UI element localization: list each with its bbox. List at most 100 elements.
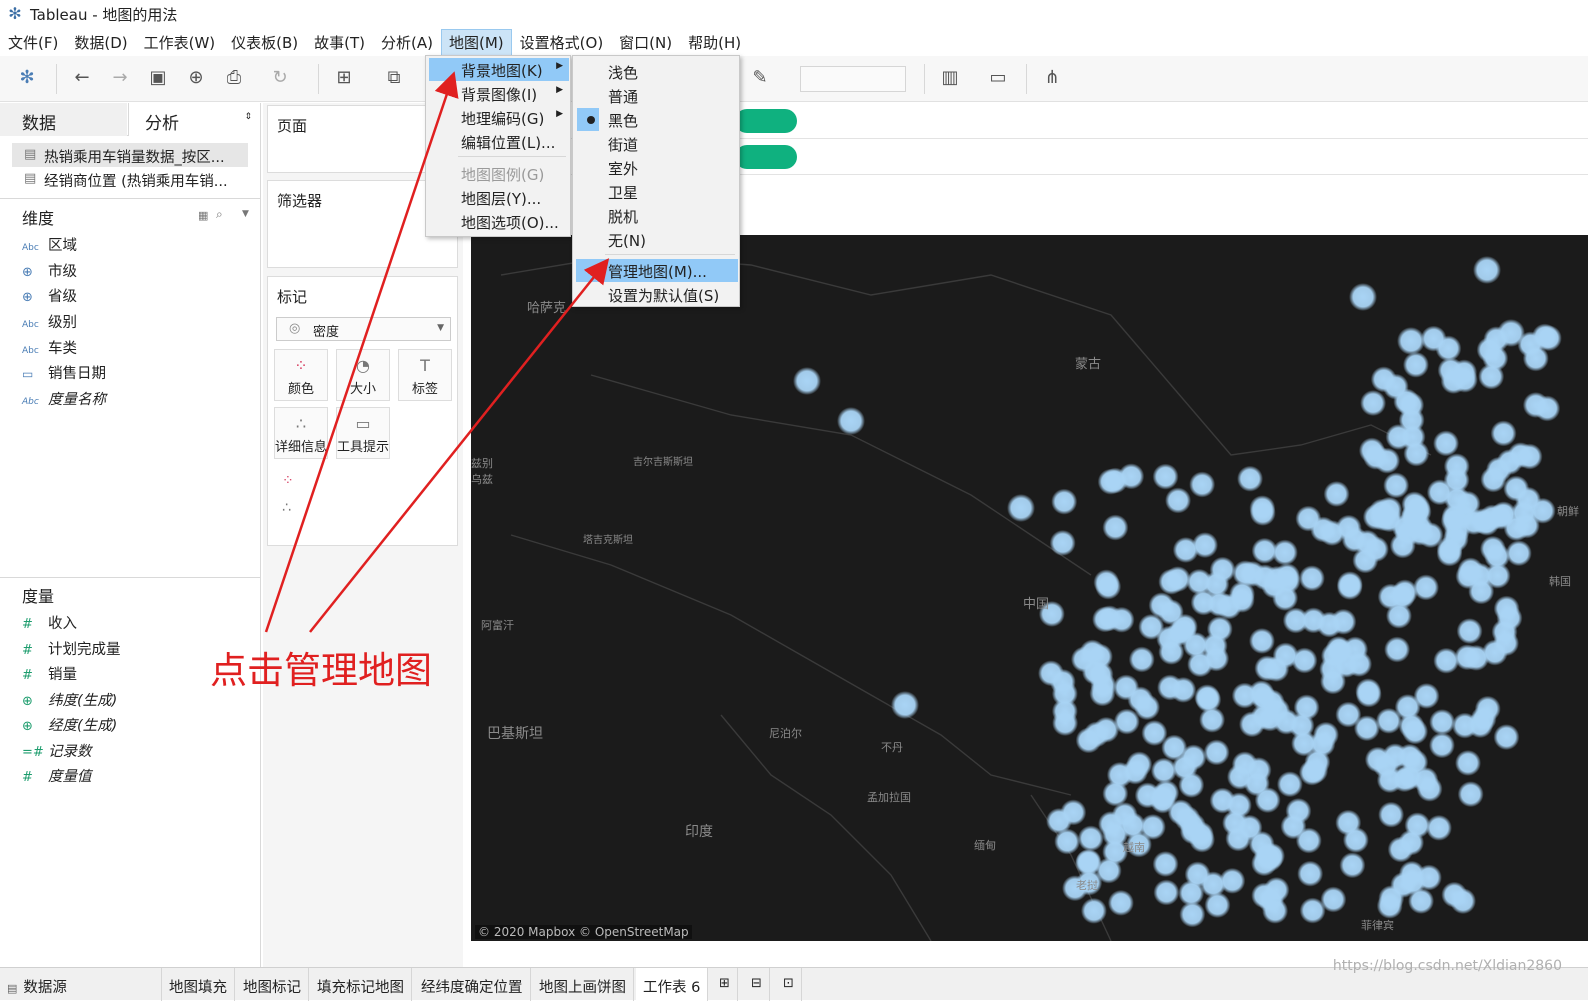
search-icon[interactable]: ⌕ [216, 207, 223, 222]
menu-story[interactable]: 故事(T) [306, 29, 373, 56]
menu-item-label: 地图层(Y)... [461, 190, 542, 208]
density-point [1389, 583, 1416, 610]
fit-dropdown[interactable] [800, 66, 906, 92]
sheet-tab[interactable]: 地图上画饼图 [532, 968, 634, 1001]
menu-item-streets[interactable]: 街道 [576, 132, 738, 155]
menu-analysis[interactable]: 分析(A) [373, 29, 441, 56]
field-dimension[interactable]: Abc 区域 [22, 234, 77, 258]
menu-item-normal[interactable]: 普通 [576, 84, 738, 107]
detail-button[interactable]: ∴ 详细信息 [274, 407, 328, 459]
pill-sum-sales[interactable]: 总和(销量) [308, 470, 449, 496]
view-toggle-icon[interactable]: ▦ [198, 209, 208, 222]
new-dashboard-icon[interactable]: ⊟ [744, 968, 770, 1001]
pill-city[interactable]: 市级 [308, 497, 449, 523]
density-icon: ◎ [289, 321, 301, 336]
field-dimension[interactable]: ▭ 销售日期 [22, 362, 106, 386]
label-button[interactable]: T 标签 [398, 349, 452, 401]
menu-item-edit-locations[interactable]: 编辑位置(L)... [429, 130, 569, 153]
menu-item-background-images[interactable]: 背景图像(I) ▶ [429, 82, 569, 105]
menu-help[interactable]: 帮助(H) [680, 29, 749, 56]
menu-item-map-options[interactable]: 地图选项(O)... [429, 210, 569, 233]
density-point [1192, 532, 1219, 559]
menu-item-dark[interactable]: 黑色 [576, 108, 738, 131]
share-icon[interactable]: ⋔ [1040, 66, 1064, 90]
menu-item-light[interactable]: 浅色 [576, 60, 738, 83]
field-dimension[interactable]: Abc 级别 [22, 311, 77, 335]
menu-item-label: 普通 [608, 88, 639, 106]
redo-icon[interactable]: → [108, 66, 132, 90]
sheet-tab[interactable]: 经纬度确定位置 [414, 968, 531, 1001]
density-point [1420, 325, 1447, 352]
tooltip-label: 工具提示 [337, 440, 390, 455]
tab-datasource[interactable]: ▤ 数据源 [0, 968, 162, 1001]
density-point [1236, 814, 1263, 841]
refresh-icon[interactable]: ↻ [268, 66, 292, 90]
field-measure[interactable]: ⊕ 纬度(生成) [22, 689, 117, 713]
pause-updates-icon[interactable]: ⎙ [222, 66, 246, 90]
menu-item-label: 背景图像(I) [461, 86, 538, 104]
menu-item-set-default[interactable]: 设置为默认值(S) [576, 283, 738, 306]
field-measure[interactable]: # 度量值 [22, 765, 92, 789]
dropdown-arrow-icon[interactable]: ▼ [242, 209, 249, 219]
density-point [1429, 709, 1456, 736]
new-worksheet-icon[interactable]: ⊞ [332, 66, 356, 90]
menu-item-map-layers[interactable]: 地图层(Y)... [429, 186, 569, 209]
pin-icon[interactable]: ✎ [748, 66, 772, 90]
density-point [1080, 897, 1107, 924]
new-story-icon[interactable]: ⊡ [776, 968, 802, 1001]
label-label: 标签 [411, 382, 438, 397]
sheet-tab[interactable]: 地图填充 [162, 968, 235, 1001]
map-view[interactable]: 哈萨克 蒙古 吉尔吉斯斯坦 塔吉克斯坦 阿富汗 中国 巴基斯坦 尼泊尔 不丹 孟… [471, 235, 1588, 941]
toolbar-separator [1026, 64, 1027, 94]
duplicate-icon[interactable]: ⧉ [382, 66, 406, 90]
menu-item-none[interactable]: 无(N) [576, 228, 738, 251]
field-measure[interactable]: ⊕ 经度(生成) [22, 714, 117, 738]
menu-item-offline[interactable]: 脱机 [576, 204, 738, 227]
tab-data[interactable]: 数据 [0, 103, 127, 136]
menu-file[interactable]: 文件(F) [0, 29, 66, 56]
field-dimension[interactable]: ⊕ 省级 [22, 285, 77, 309]
menu-item-manage-maps[interactable]: 管理地图(M)... [576, 259, 738, 282]
field-measure[interactable]: # 计划完成量 [22, 638, 121, 662]
undo-icon[interactable]: ← [70, 66, 94, 90]
menu-worksheet[interactable]: 工作表(W) [136, 29, 224, 56]
menu-item-label: 管理地图(M)... [608, 263, 707, 281]
menu-data[interactable]: 数据(D) [66, 29, 135, 56]
field-measure[interactable]: =# 记录数 [22, 740, 92, 764]
tooltip-button[interactable]: ▭ 工具提示 [336, 407, 390, 459]
sheet-tab[interactable]: 填充标记地图 [310, 968, 412, 1001]
menu-dashboard[interactable]: 仪表板(B) [223, 29, 306, 56]
presentation-icon[interactable]: ▭ [986, 66, 1010, 90]
menu-item-geocoding[interactable]: 地理编码(G) ▶ [429, 106, 569, 129]
save-icon[interactable]: ▣ [146, 66, 170, 90]
field-dimension[interactable]: ⊕ 市级 [22, 260, 77, 284]
globe-icon: ⊕ [22, 694, 33, 709]
datasource-item[interactable]: ▤ 经销商位置 (热销乘用车销... [12, 167, 248, 191]
new-datasource-icon[interactable]: ⊕ [184, 66, 208, 90]
color-button[interactable]: ⁘ 颜色 [274, 349, 328, 401]
mark-type-dropdown[interactable]: ◎ 密度 ▼ [276, 317, 451, 341]
field-measure[interactable]: # 销量 [22, 663, 77, 687]
menu-map[interactable]: 地图(M) [441, 28, 512, 56]
menu-item-satellite[interactable]: 卫星 [576, 180, 738, 203]
field-measure[interactable]: # 收入 [22, 612, 77, 636]
columns-pill[interactable] [735, 109, 797, 133]
menu-window[interactable]: 窗口(N) [611, 29, 680, 56]
menu-format[interactable]: 设置格式(O) [512, 29, 612, 56]
rows-pill[interactable] [735, 145, 797, 169]
show-me-icon[interactable]: ▥ [938, 66, 962, 90]
toolbar-separator [924, 64, 925, 94]
tab-analysis[interactable]: 分析 ⇕ [128, 103, 260, 136]
tableau-home-icon[interactable]: ✻ [15, 66, 39, 90]
field-dimension[interactable]: Abc 车类 [22, 337, 77, 361]
field-dimension[interactable]: Abc 度量名称 [22, 388, 106, 412]
menu-item-background-maps[interactable]: 背景地图(K) ▶ [429, 58, 569, 81]
new-worksheet-icon[interactable]: ⊞ [712, 968, 738, 1001]
menu-item-outdoors[interactable]: 室外 [576, 156, 738, 179]
datasource-item[interactable]: ▤ 热销乘用车销量数据_按区... [12, 143, 248, 167]
density-point [1441, 881, 1468, 908]
sheet-tab[interactable]: 地图标记 [236, 968, 309, 1001]
sheet-tab-active[interactable]: 工作表 6 [636, 968, 709, 1001]
menu-item-label: 背景地图(K) [461, 62, 543, 80]
size-button[interactable]: ◔ 大小 [336, 349, 390, 401]
